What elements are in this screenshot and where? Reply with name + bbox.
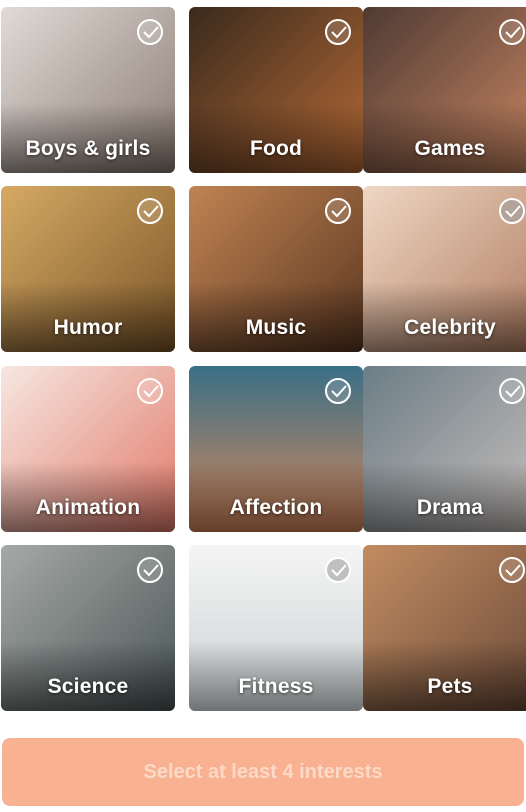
check-icon — [499, 378, 525, 404]
select-interests-button[interactable]: Select at least 4 interests — [2, 738, 524, 806]
interest-tile-music[interactable]: Music — [189, 186, 363, 352]
interest-label: Drama — [416, 496, 484, 519]
check-icon — [137, 378, 163, 404]
check-icon — [499, 198, 525, 224]
check-icon — [325, 198, 351, 224]
interest-label: Food — [249, 137, 303, 160]
interest-label: Music — [245, 316, 307, 339]
check-icon — [325, 557, 351, 583]
interest-label: Science — [47, 675, 129, 698]
interest-label: Humor — [53, 316, 123, 339]
interest-tile-science[interactable]: Science — [1, 545, 175, 711]
interest-tile-games[interactable]: Games — [363, 7, 526, 173]
check-icon — [137, 557, 163, 583]
check-icon — [325, 19, 351, 45]
interest-tile-food[interactable]: Food — [189, 7, 363, 173]
interest-label: Affection — [229, 496, 323, 519]
interest-tile-animation[interactable]: Animation — [1, 366, 175, 532]
interest-label: Celebrity — [404, 316, 496, 339]
interest-grid: Boys & girls Food Games Humor Music Cele… — [0, 0, 526, 720]
interest-tile-humor[interactable]: Humor — [1, 186, 175, 352]
check-icon — [499, 19, 525, 45]
interest-label: Pets — [427, 675, 473, 698]
interest-tile-fitness[interactable]: Fitness — [189, 545, 363, 711]
interest-label: Boys & girls — [25, 137, 151, 160]
interest-tile-drama[interactable]: Drama — [363, 366, 526, 532]
interest-tile-celebrity[interactable]: Celebrity — [363, 186, 526, 352]
interest-tile-pets[interactable]: Pets — [363, 545, 526, 711]
check-icon — [325, 378, 351, 404]
interest-tile-affection[interactable]: Affection — [189, 366, 363, 532]
check-icon — [137, 198, 163, 224]
check-icon — [137, 19, 163, 45]
interest-tile-boys-girls[interactable]: Boys & girls — [1, 7, 175, 173]
check-icon — [499, 557, 525, 583]
interest-label: Animation — [35, 496, 141, 519]
interest-label: Games — [414, 137, 486, 160]
interest-label: Fitness — [238, 675, 314, 698]
